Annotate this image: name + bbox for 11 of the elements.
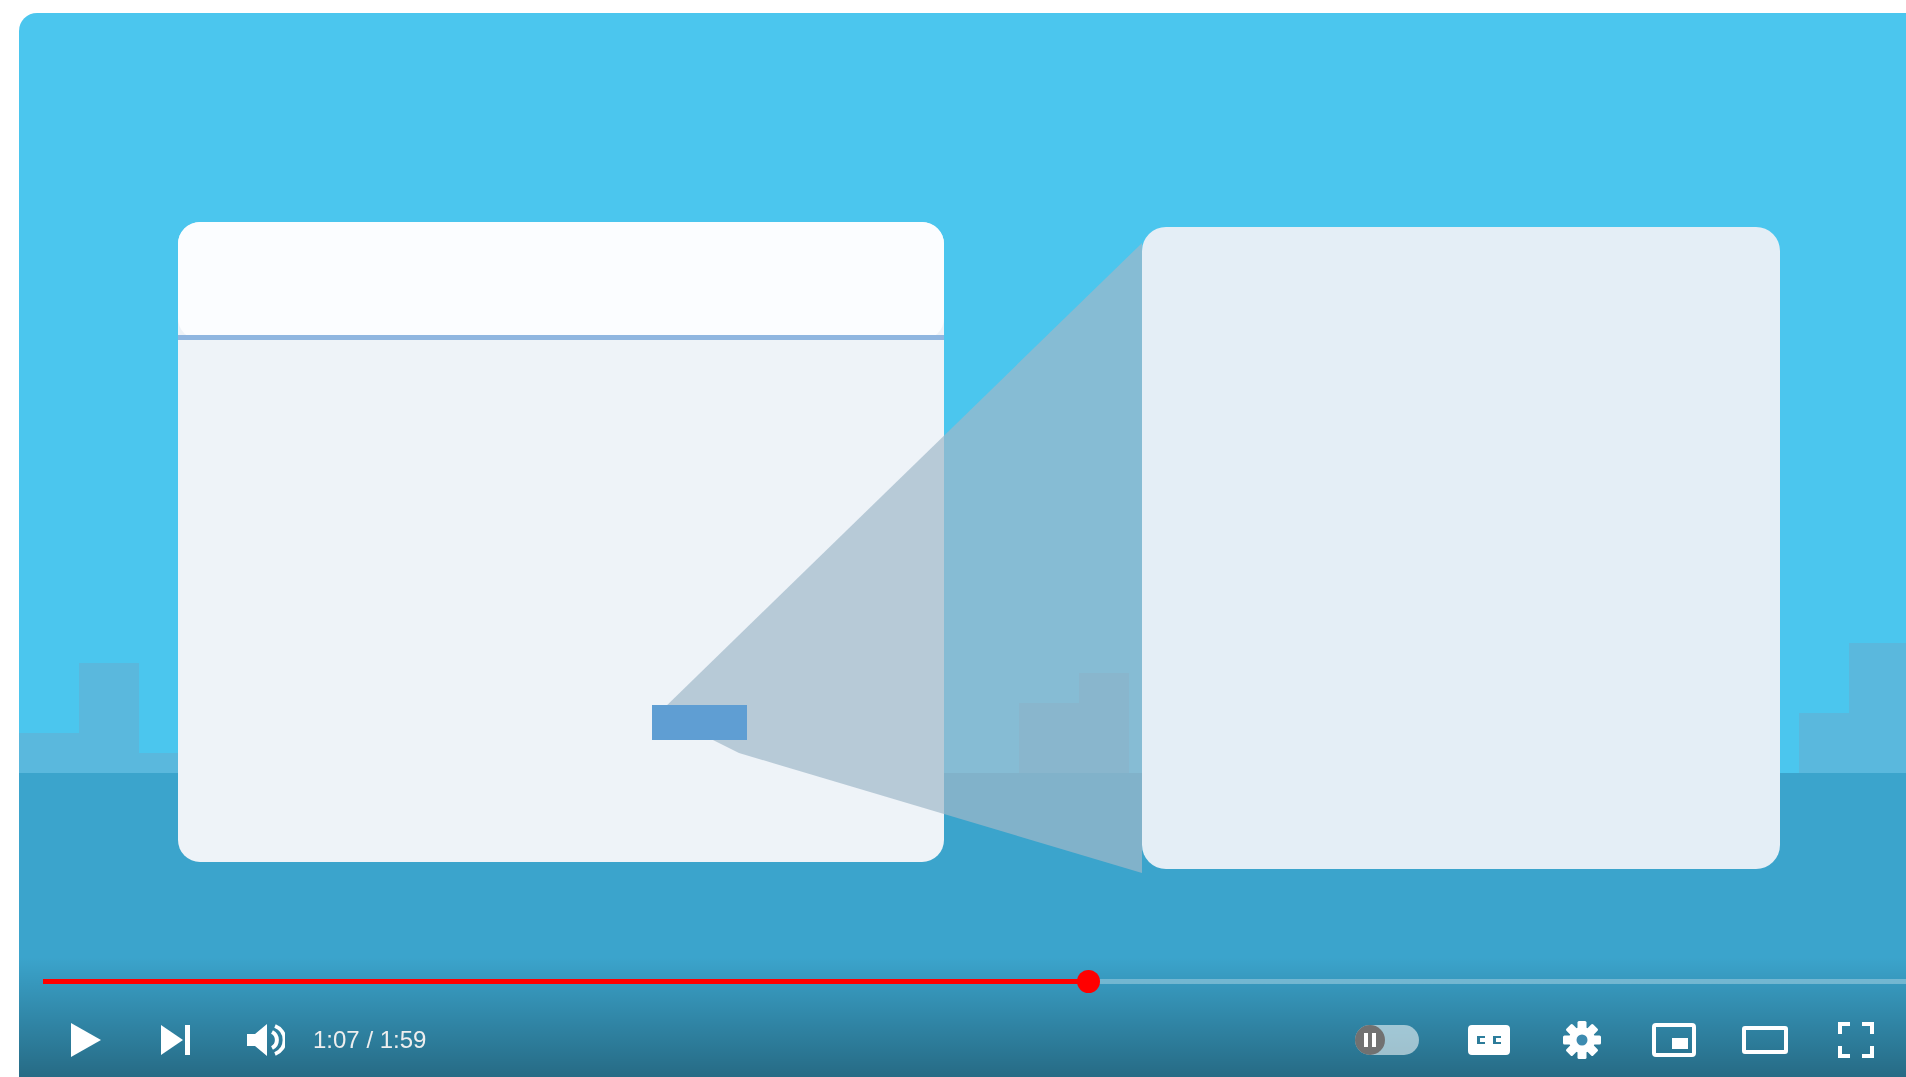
- settings-icon: [1563, 1021, 1601, 1059]
- autoplay-toggle[interactable]: [1355, 1025, 1419, 1055]
- theater-mode-icon: [1742, 1026, 1788, 1054]
- pause-icon: [1364, 1033, 1376, 1047]
- captions-icon: [1468, 1025, 1510, 1055]
- next-icon: [161, 1025, 191, 1055]
- time-display: 1:07 / 1:59: [313, 1026, 427, 1054]
- volume-icon: [247, 1023, 285, 1057]
- miniplayer-icon: [1652, 1023, 1696, 1057]
- play-icon: [71, 1023, 101, 1057]
- fullscreen-icon: [1838, 1022, 1874, 1058]
